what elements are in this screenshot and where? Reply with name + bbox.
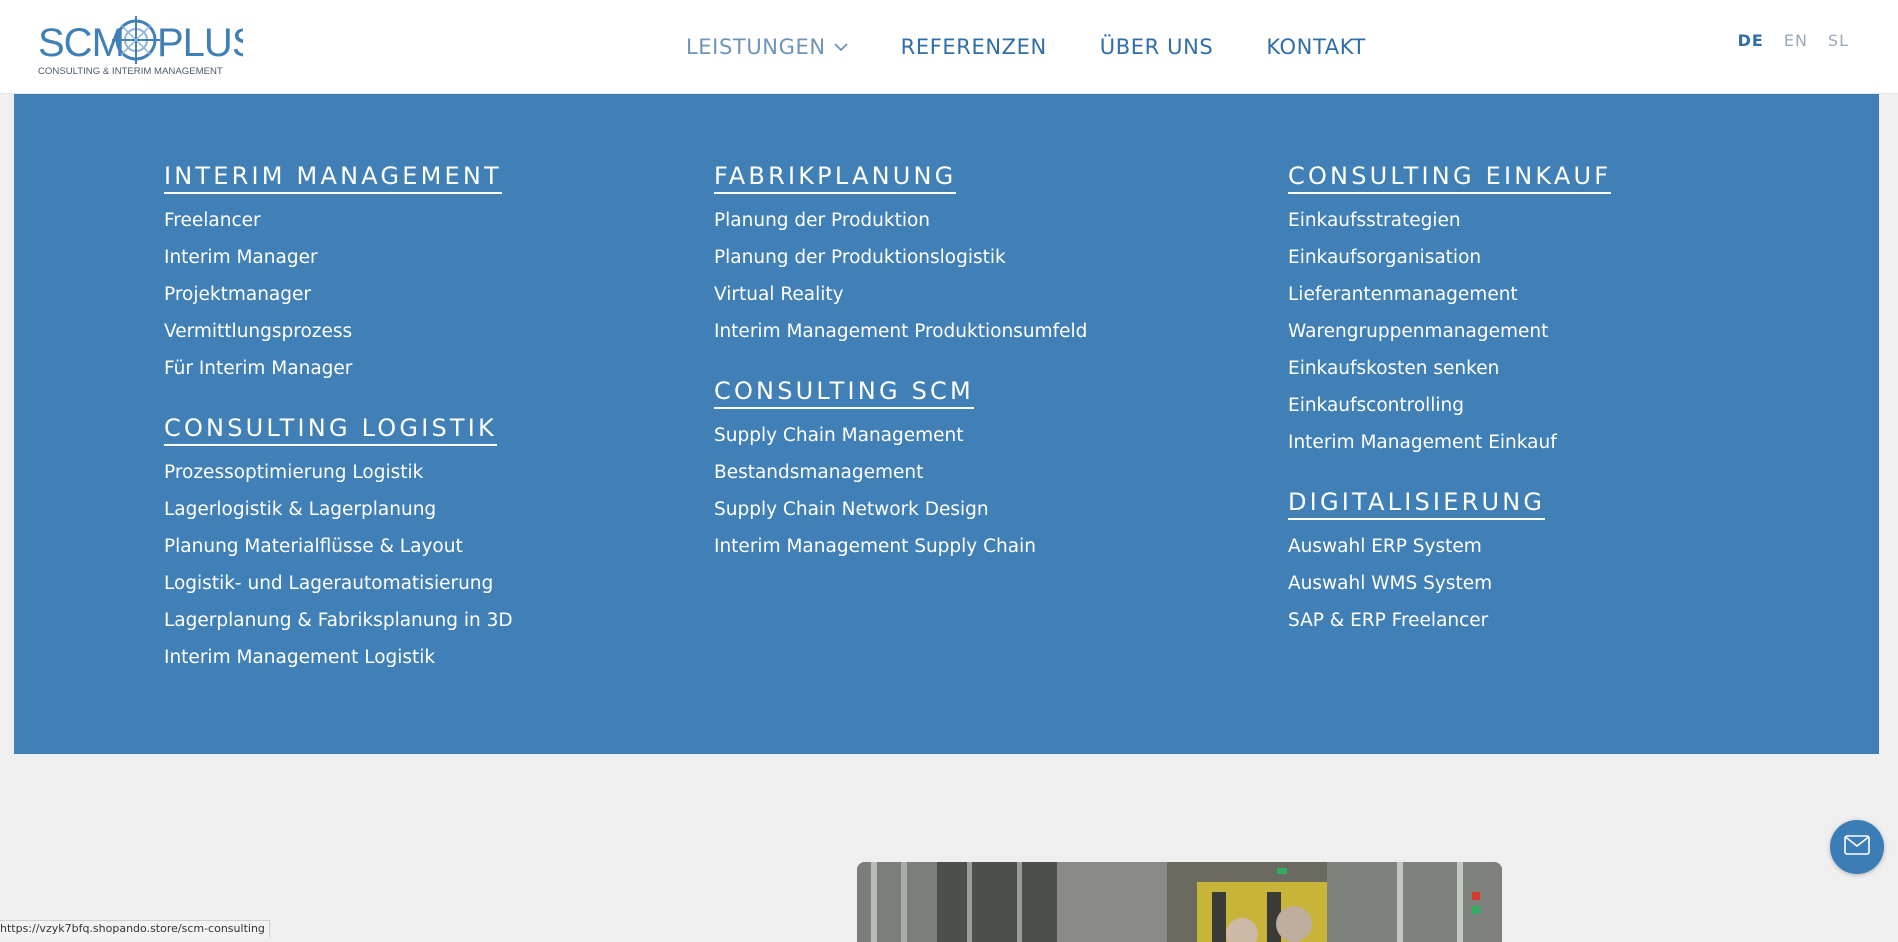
menu-link[interactable]: Bestandsmanagement [714, 460, 1087, 497]
contact-mail-button[interactable] [1830, 820, 1884, 874]
menu-link[interactable]: Warengruppenmanagement [1288, 319, 1611, 356]
status-bar-url: https://vzyk7bfq.shopando.store/scm-cons… [0, 920, 270, 937]
menu-link[interactable]: Auswahl ERP System [1288, 534, 1611, 571]
menu-link[interactable]: SAP & ERP Freelancer [1288, 608, 1611, 645]
lang-sl[interactable]: SL [1828, 31, 1849, 50]
menu-group: CONSULTING SCM Supply Chain Management B… [714, 377, 1087, 571]
menu-link[interactable]: Logistik- und Lagerautomatisierung [164, 571, 513, 608]
menu-link[interactable]: Planung der Produktion [714, 208, 1087, 245]
svg-text:PLUS: PLUS [157, 21, 243, 65]
menu-link[interactable]: Einkaufskosten senken [1288, 356, 1611, 393]
nav-referenzen[interactable]: REFERENZEN [901, 35, 1047, 59]
menu-link[interactable]: Vermittlungsprozess [164, 319, 513, 356]
menu-link[interactable]: Planung Materialflüsse & Layout [164, 534, 513, 571]
section-title-consulting-einkauf[interactable]: CONSULTING EINKAUF [1288, 162, 1612, 194]
menu-group: INTERIM MANAGEMENT Freelancer Interim Ma… [164, 162, 513, 393]
mega-menu: INTERIM MANAGEMENT Freelancer Interim Ma… [14, 94, 1879, 754]
main-nav: LEISTUNGEN REFERENZEN ÜBER UNS KONTAKT [686, 30, 1419, 64]
menu-link[interactable]: Supply Chain Network Design [714, 497, 1087, 534]
nav-label: REFERENZEN [900, 35, 1047, 59]
menu-link[interactable]: Planung der Produktionslogistik [714, 245, 1087, 282]
menu-link[interactable]: Lieferantenmanagement [1288, 282, 1611, 319]
menu-link[interactable]: Für Interim Manager [164, 356, 513, 393]
svg-text:SCM: SCM [38, 21, 124, 65]
menu-group: CONSULTING LOGISTIK Prozessoptimierung L… [164, 414, 513, 682]
menu-link[interactable]: Lagerplanung & Fabriksplanung in 3D [164, 608, 513, 645]
section-title-consulting-scm[interactable]: CONSULTING SCM [714, 377, 974, 409]
nav-leistungen[interactable]: LEISTUNGEN [686, 35, 848, 59]
link-list: Einkaufsstrategien Einkaufsorganisation … [1288, 208, 1611, 467]
menu-link[interactable]: Interim Management Produktionsumfeld [714, 319, 1087, 356]
menu-link[interactable]: Supply Chain Management [714, 423, 1087, 460]
nav-label: ÜBER UNS [1099, 35, 1214, 59]
link-list: Prozessoptimierung Logistik Lagerlogisti… [164, 460, 513, 682]
menu-link[interactable]: Freelancer [164, 208, 513, 245]
lang-de[interactable]: DE [1738, 31, 1764, 50]
svg-text:CONSULTING & INTERIM MANAGEMEN: CONSULTING & INTERIM MANAGEMENT [38, 66, 223, 77]
section-title-fabrikplanung[interactable]: FABRIKPLANUNG [714, 162, 957, 194]
menu-link[interactable]: Interim Management Einkauf [1288, 430, 1611, 467]
site-header: SCM PLUS CONSULTING & INTERIM MANAGEMENT… [0, 0, 1898, 94]
menu-column-2: FABRIKPLANUNG Planung der Produktion Pla… [714, 162, 1087, 571]
language-switcher: DE EN SL [1718, 31, 1849, 50]
menu-link[interactable]: Einkaufsorganisation [1288, 245, 1611, 282]
menu-group: DIGITALISIERUNG Auswahl ERP System Auswa… [1288, 488, 1611, 645]
menu-link[interactable]: Interim Management Supply Chain [714, 534, 1087, 571]
menu-link[interactable]: Lagerlogistik & Lagerplanung [164, 497, 513, 534]
menu-link[interactable]: Einkaufscontrolling [1288, 393, 1611, 430]
nav-kontakt[interactable]: KONTAKT [1266, 35, 1366, 59]
hero-photo [857, 862, 1502, 942]
link-list: Freelancer Interim Manager Projektmanage… [164, 208, 513, 393]
nav-ueber-uns[interactable]: ÜBER UNS [1100, 35, 1214, 59]
menu-group: FABRIKPLANUNG Planung der Produktion Pla… [714, 162, 1087, 356]
link-list: Planung der Produktion Planung der Produ… [714, 208, 1087, 356]
section-title-digitalisierung[interactable]: DIGITALISIERUNG [1288, 488, 1546, 520]
menu-link[interactable]: Projektmanager [164, 282, 513, 319]
menu-link[interactable]: Virtual Reality [714, 282, 1087, 319]
menu-column-3: CONSULTING EINKAUF Einkaufsstrategien Ei… [1288, 162, 1612, 645]
link-list: Auswahl ERP System Auswahl WMS System SA… [1288, 534, 1611, 645]
menu-link[interactable]: Prozessoptimierung Logistik [164, 460, 513, 497]
nav-label: LEISTUNGEN [686, 35, 826, 59]
menu-link[interactable]: Interim Manager [164, 245, 513, 282]
menu-group: CONSULTING EINKAUF Einkaufsstrategien Ei… [1288, 162, 1612, 467]
envelope-icon [1844, 835, 1870, 859]
lang-en[interactable]: EN [1784, 31, 1808, 50]
nav-label: KONTAKT [1266, 35, 1366, 59]
logo[interactable]: SCM PLUS CONSULTING & INTERIM MANAGEMENT [38, 16, 243, 80]
section-title-consulting-logistik[interactable]: CONSULTING LOGISTIK [164, 414, 497, 446]
section-title-interim-management[interactable]: INTERIM MANAGEMENT [164, 162, 502, 194]
menu-column-1: INTERIM MANAGEMENT Freelancer Interim Ma… [164, 162, 513, 682]
menu-link[interactable]: Einkaufsstrategien [1288, 208, 1611, 245]
chevron-down-icon [834, 42, 848, 52]
link-list: Supply Chain Management Bestandsmanageme… [714, 423, 1087, 571]
menu-link[interactable]: Interim Management Logistik [164, 645, 513, 682]
menu-link[interactable]: Auswahl WMS System [1288, 571, 1611, 608]
